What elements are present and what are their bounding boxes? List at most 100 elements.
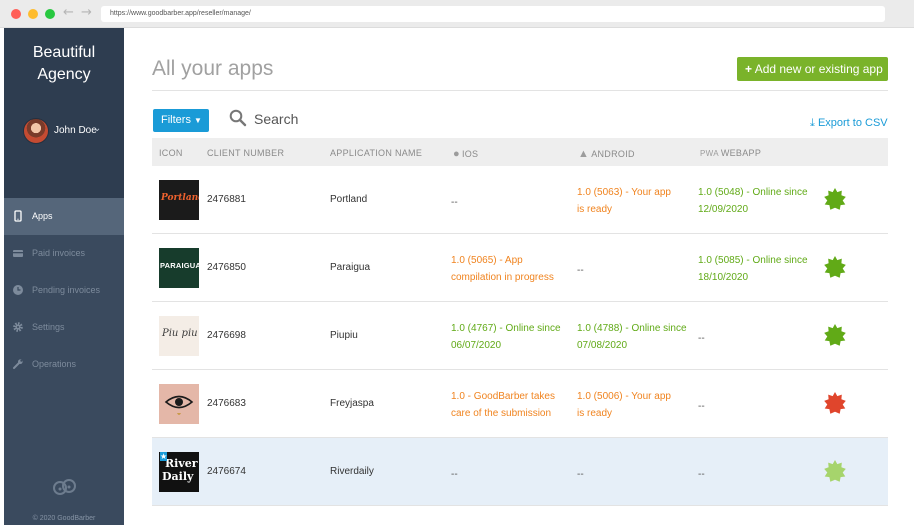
main-content: All your apps + Add new or existing app … xyxy=(124,28,914,528)
forward-arrow-icon[interactable]: → xyxy=(81,5,92,20)
android-status-line2: is ready xyxy=(577,408,613,419)
user-name[interactable]: John Doe xyxy=(54,125,97,136)
column-header-client-number: CLIENT NUMBER xyxy=(207,148,285,158)
sidebar-item-label: Pending invoices xyxy=(32,285,101,295)
ios-status: 1.0 (4767) - Online since 06/07/2020 xyxy=(451,320,571,354)
chevron-down-icon[interactable]: ⌄ xyxy=(93,123,101,134)
add-app-button[interactable]: + Add new or existing app xyxy=(737,57,888,81)
android-status-line1: 1.0 (4788) - Online since xyxy=(577,323,687,334)
column-header-ios-label: IOS xyxy=(461,149,479,159)
android-status-line2: is ready xyxy=(577,204,613,215)
filters-label: Filters xyxy=(161,114,191,126)
column-header-webapp: PWA WEBAPP xyxy=(700,148,761,158)
minimize-window-button[interactable] xyxy=(28,9,38,19)
app-icon-text: PARAIGUA xyxy=(160,261,199,270)
sidebar-item-pending-invoices[interactable]: Pending invoices xyxy=(4,272,124,309)
table-row[interactable]: Portland 2476881 Portland -- 1.0 (5063) … xyxy=(152,166,888,234)
address-bar[interactable]: https://www.goodbarber.app/reseller/mana… xyxy=(101,6,885,22)
agency-name-line1: Beautiful xyxy=(32,44,96,61)
table-row[interactable]: 2476683 Freyjaspa 1.0 - GoodBarber takes… xyxy=(152,370,888,438)
status-badge-shape xyxy=(824,460,846,482)
column-header-icon: ICON xyxy=(159,148,183,158)
table-row[interactable]: River Daily ★ 2476674 Riverdaily -- -- -… xyxy=(152,438,888,506)
agency-name: Beautiful Agency xyxy=(4,42,124,86)
column-header-android-label: ANDROID xyxy=(591,149,635,159)
status-badge-icon xyxy=(824,188,846,210)
copyright-text: © 2020 GoodBarber xyxy=(32,515,96,522)
ios-status: -- xyxy=(451,469,458,480)
maximize-window-button[interactable] xyxy=(45,9,55,19)
search-input[interactable]: Search xyxy=(254,111,298,127)
webapp-status: 1.0 (5085) - Online since 18/10/2020 xyxy=(698,252,818,286)
download-icon: ⤓ xyxy=(810,117,815,129)
table-row[interactable]: Piu piu 2476698 Piupiu 1.0 (4767) - Onli… xyxy=(152,302,888,370)
application-name: Portland xyxy=(330,194,368,205)
sidebar-item-settings[interactable]: Settings xyxy=(4,309,124,346)
export-csv-link[interactable]: ⤓ Export to CSV xyxy=(810,117,888,130)
ios-status: 1.0 - GoodBarber takes care of the submi… xyxy=(451,388,571,422)
client-number: 2476683 xyxy=(207,398,246,409)
client-number: 2476674 xyxy=(207,466,246,477)
add-app-label: Add new or existing app xyxy=(754,62,883,76)
sidebar-item-label: Apps xyxy=(32,211,53,221)
sidebar-header: Beautiful Agency John Doe ⌄ xyxy=(4,28,124,198)
client-number: 2476850 xyxy=(207,262,246,273)
close-window-button[interactable] xyxy=(11,9,21,19)
column-header-android: ▲ ANDROID xyxy=(578,148,635,160)
credit-card-icon xyxy=(12,247,24,259)
ios-status-line1: 1.0 - GoodBarber takes xyxy=(451,391,555,402)
table-header: ICON CLIENT NUMBER APPLICATION NAME ● IOS… xyxy=(152,138,888,166)
sidebar-item-apps[interactable]: Apps xyxy=(4,198,124,235)
browser-toolbar: ← → https://www.goodbarber.app/reseller/… xyxy=(0,0,914,28)
ios-status-line1: 1.0 (4767) - Online since xyxy=(451,323,561,334)
sidebar-item-label: Settings xyxy=(32,322,65,332)
webapp-status-line2: 18/10/2020 xyxy=(698,272,749,283)
status-badge-shape xyxy=(824,392,846,414)
agency-name-line2: Agency xyxy=(37,66,91,83)
sidebar-item-paid-invoices[interactable]: Paid invoices xyxy=(4,235,124,272)
filters-button[interactable]: Filters ▼ xyxy=(153,109,209,132)
android-status: 1.0 (4788) - Online since 07/08/2020 xyxy=(577,320,697,354)
app-icon-paraigua: PARAIGUA xyxy=(159,248,199,288)
webapp-status-line2: 12/09/2020 xyxy=(698,204,749,215)
android-icon: ▲ xyxy=(578,148,590,160)
app-icon-piupiu: Piu piu xyxy=(159,316,199,356)
avatar[interactable] xyxy=(23,118,49,144)
ios-status: 1.0 (5065) - App compilation in progress xyxy=(451,252,571,286)
table-row[interactable]: PARAIGUA 2476850 Paraigua 1.0 (5065) - A… xyxy=(152,234,888,302)
webapp-status: -- xyxy=(698,333,705,344)
ios-status-line2: compilation in progress xyxy=(451,272,554,283)
app-icon-riverdaily: River Daily ★ xyxy=(159,452,199,492)
tablet-icon xyxy=(12,210,24,222)
sidebar-item-operations[interactable]: Operations xyxy=(4,346,124,383)
page-title: All your apps xyxy=(152,57,274,80)
sidebar-item-label: Operations xyxy=(32,359,77,369)
status-badge-icon xyxy=(824,460,846,482)
android-status: 1.0 (5063) - Your app is ready xyxy=(577,184,697,218)
webapp-status-line1: 1.0 (5085) - Online since xyxy=(698,255,808,266)
ios-status-line2: 06/07/2020 xyxy=(451,340,502,351)
export-csv-label: Export to CSV xyxy=(817,117,888,129)
app-icon-text: Portland xyxy=(161,193,199,203)
webapp-status: 1.0 (5048) - Online since 12/09/2020 xyxy=(698,184,818,218)
webapp-status: -- xyxy=(698,469,705,480)
android-status-line1: 1.0 (5006) - Your app xyxy=(577,391,671,402)
application-name: Freyjaspa xyxy=(330,398,374,409)
status-badge-icon xyxy=(824,324,846,346)
application-name: Riverdaily xyxy=(330,466,374,477)
app-icon-portland: Portland xyxy=(159,180,199,220)
column-header-application-name: APPLICATION NAME xyxy=(330,148,423,158)
app-icon-text-line2: Daily xyxy=(162,470,194,483)
back-arrow-icon[interactable]: ← xyxy=(63,5,74,20)
search-icon[interactable] xyxy=(229,109,247,127)
status-badge-shape xyxy=(824,256,846,278)
application-name: Piupiu xyxy=(330,330,358,341)
gear-icon xyxy=(12,321,24,333)
android-status: -- xyxy=(577,265,584,276)
status-badge-shape xyxy=(824,188,846,210)
ios-status: -- xyxy=(451,197,458,208)
goodbarber-logo-icon xyxy=(53,479,76,495)
status-badge-icon xyxy=(824,392,846,414)
android-status-line1: 1.0 (5063) - Your app xyxy=(577,187,671,198)
column-header-ios: ● IOS xyxy=(453,148,478,160)
